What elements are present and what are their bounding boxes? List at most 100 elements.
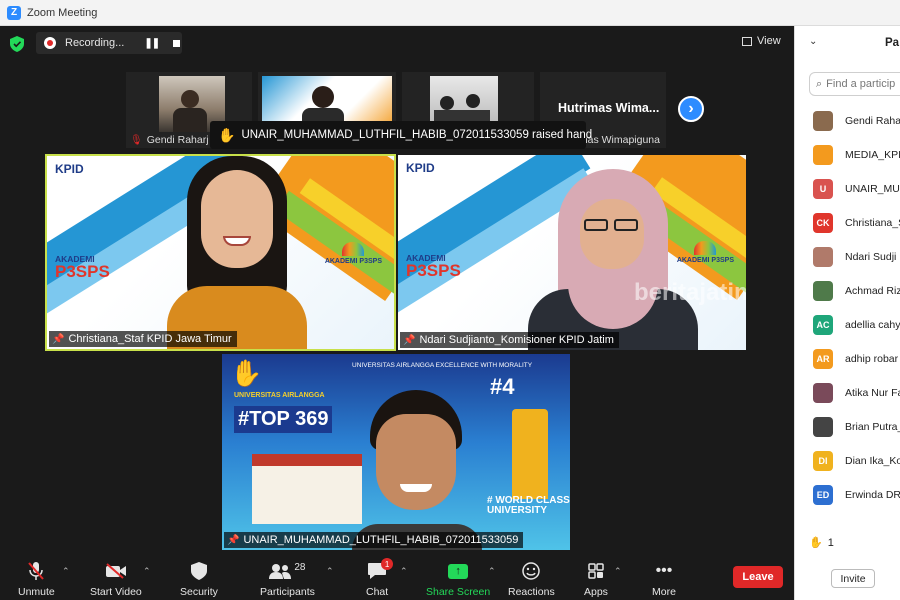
participant-row[interactable]: U UNAIR_MU	[795, 172, 900, 206]
backdrop-rank: #4	[490, 374, 515, 399]
participant-name: Christiana_S	[845, 217, 900, 229]
chat-icon: 1	[367, 558, 394, 582]
participant-row[interactable]: ED Erwinda DR	[795, 478, 900, 512]
participant-row[interactable]: Brian Putra_	[795, 410, 900, 444]
reactions-label: Reactions	[508, 586, 555, 598]
zoom-logo-icon: Z	[7, 5, 21, 20]
participant-name: Achmad Riz	[845, 285, 900, 297]
video-tile-unair[interactable]: ✋ UNIVERSITAS AIRLANGGA EXCELLENCE WITH …	[222, 354, 570, 550]
avatar: AR	[813, 349, 833, 369]
view-button[interactable]: View	[742, 35, 781, 47]
participant-row[interactable]: Achmad Riz	[795, 274, 900, 308]
more-dots-icon: •••	[655, 562, 673, 579]
more-button[interactable]: ••• More	[652, 560, 676, 598]
unmute-label: Unmute	[18, 586, 55, 598]
tower-graphic	[512, 409, 548, 499]
share-screen-icon: ↑	[448, 563, 469, 579]
share-screen-label: Share Screen	[426, 586, 491, 598]
chat-options-caret-icon[interactable]: ⌃	[400, 566, 408, 577]
reactions-smiley-icon	[522, 560, 541, 582]
akademi-logo: AKADEMI P3SPS	[325, 242, 382, 265]
share-options-caret-icon[interactable]: ⌃	[488, 566, 496, 577]
participant-row[interactable]: MEDIA_KPID	[795, 138, 900, 172]
tile-name-label: 📌 Christiana_Staf KPID Jawa Timur	[49, 331, 237, 347]
recording-label: Recording...	[65, 37, 125, 49]
raised-hand-icon: ✋	[218, 126, 236, 143]
participant-video	[157, 156, 317, 349]
security-button[interactable]: Security	[180, 560, 218, 598]
avatar: U	[813, 179, 833, 199]
share-screen-icon-wrap: ↑	[448, 560, 469, 582]
participants-button[interactable]: 28 Participants	[260, 560, 315, 599]
collapse-chevron-down-icon[interactable]: ⌄	[809, 36, 817, 47]
stop-recording-icon[interactable]	[173, 39, 181, 47]
participant-name: UNAIR_MU	[845, 183, 900, 195]
window-titlebar: Z Zoom Meeting	[0, 0, 900, 26]
pin-icon: 📌	[403, 334, 416, 346]
recording-icon	[44, 37, 56, 49]
chat-badge: 1	[381, 558, 394, 570]
invite-button[interactable]: Invite	[831, 569, 875, 588]
participant-search-input[interactable]: ⌕ Find a particip	[809, 72, 900, 96]
participant-row[interactable]: Ndari Sudji	[795, 240, 900, 274]
unmute-button[interactable]: Unmute	[18, 560, 55, 598]
backdrop-top369-sub: UNIVERSITAS AIRLANGGA	[234, 392, 325, 399]
panel-header: ⌄ Pa	[795, 26, 900, 62]
leave-button[interactable]: Leave	[733, 566, 783, 588]
participants-panel: ⌄ Pa ⌕ Find a particip Gendi Raha MEDIA_K…	[794, 26, 900, 600]
muted-mic-icon: 🎙	[130, 134, 143, 146]
participant-row[interactable]: AC adellia cahy	[795, 308, 900, 342]
pause-recording-icon[interactable]: ❚❚	[144, 38, 160, 49]
video-options-caret-icon[interactable]: ⌃	[143, 566, 151, 577]
avatar	[813, 383, 833, 403]
video-tile-christiana[interactable]: KPID AKADEMI P3SPS AKADEMI P3SPS 📌 Chris…	[45, 154, 396, 351]
avatar	[813, 145, 833, 165]
video-tile-ndari[interactable]: KPID AKADEMI P3SPS AKADEMI P3SPS beritaj…	[398, 155, 746, 350]
pin-icon: 📌	[227, 534, 240, 546]
pin-icon: 📌	[52, 333, 65, 345]
tile-name-label: 📌 UNAIR_MUHAMMAD_LUTHFIL_HABIB_072011533…	[224, 532, 524, 548]
apps-button[interactable]: Apps	[584, 560, 608, 598]
view-label: View	[757, 35, 781, 47]
participants-count: 28	[294, 561, 306, 573]
apps-label: Apps	[584, 586, 608, 598]
search-icon: ⌕	[816, 77, 823, 90]
kpid-logo: KPID	[406, 161, 435, 175]
next-page-arrow-icon[interactable]: ›	[678, 96, 704, 122]
participant-list: Gendi Raha MEDIA_KPID U UNAIR_MU CK Christian…	[795, 104, 900, 512]
chat-button[interactable]: 1 Chat	[366, 558, 394, 598]
participant-row[interactable]: AR adhip robar	[795, 342, 900, 376]
video-off-icon	[105, 560, 127, 582]
meeting-toolbar: Unmute ⌃ Start Video ⌃ Security 28 Parti…	[0, 558, 794, 600]
avatar	[813, 111, 833, 131]
participant-row[interactable]: CK Christiana_S	[795, 206, 900, 240]
building-graphic	[252, 454, 362, 524]
backdrop-p3sps: P3SPS	[55, 262, 110, 281]
participant-row[interactable]: Gendi Raha	[795, 104, 900, 138]
window-title: Zoom Meeting	[27, 6, 98, 19]
security-label: Security	[180, 586, 218, 598]
avatar: AC	[813, 315, 833, 335]
avatar: CK	[813, 213, 833, 233]
chat-label: Chat	[366, 586, 389, 598]
avatar	[813, 417, 833, 437]
audio-options-caret-icon[interactable]: ⌃	[62, 566, 70, 577]
raised-hand-notification: ✋ UNAIR_MUHAMMAD_LUTHFIL_HABIB_072011533…	[210, 121, 592, 149]
thumbnail-big-name: Hutrimas Wima...	[558, 101, 660, 115]
security-shield-icon	[190, 560, 207, 582]
share-screen-button[interactable]: ↑ Share Screen	[426, 560, 490, 598]
reactions-button[interactable]: Reactions	[508, 560, 555, 598]
participant-row[interactable]: DI Dian Ika_Ko	[795, 444, 900, 478]
avatar	[813, 281, 833, 301]
participants-options-caret-icon[interactable]: ⌃	[326, 566, 334, 577]
participant-row[interactable]: Atika Nur Fa	[795, 376, 900, 410]
watermark: beritajatim	[634, 279, 746, 306]
more-label: More	[652, 586, 676, 598]
avatar	[813, 247, 833, 267]
avatar: DI	[813, 451, 833, 471]
apps-options-caret-icon[interactable]: ⌃	[614, 566, 622, 577]
encryption-shield-icon[interactable]	[10, 36, 24, 52]
kpid-logo: KPID	[55, 162, 84, 176]
start-video-button[interactable]: Start Video	[90, 560, 142, 598]
participant-name: Gendi Raha	[845, 115, 900, 127]
